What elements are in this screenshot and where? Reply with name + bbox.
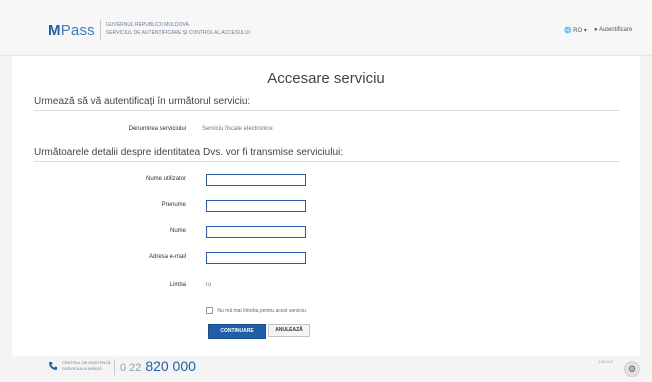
section-divider (34, 161, 620, 162)
remember-consent-row[interactable]: Nu mă mai întreba pentru acest serviciu (206, 307, 306, 314)
remember-consent-checkbox[interactable] (206, 307, 213, 314)
page-title: Accesare serviciu (267, 70, 385, 87)
footer: Centrul de asistență Serviciului MPASS 0… (0, 355, 652, 382)
field-label-email: Adresa e-mail (148, 254, 186, 260)
language-code: RO (573, 28, 583, 34)
header-subtitle: Guvernul Republicii Moldova Serviciul de… (106, 21, 250, 37)
continue-button[interactable]: CONTINUARE (208, 324, 266, 339)
field-label-username: Nume utilizator (145, 176, 186, 182)
language-value: ro (206, 282, 212, 288)
login-link[interactable]: ● Autentificare (594, 27, 632, 33)
globe-icon: 🌐 (564, 28, 572, 34)
field-label-lastname: Nume (169, 228, 186, 234)
section-service-heading: Urmează să vă autentificați în următorul… (34, 96, 251, 107)
section-divider (34, 110, 620, 111)
header-sub-line1: Guvernul Republicii Moldova (106, 22, 189, 28)
cancel-button[interactable]: ANULEAZĂ (268, 324, 310, 337)
language-selector[interactable]: 🌐 RO ▾ (564, 27, 587, 34)
phone-prefix: 0 22 (120, 362, 142, 374)
email-field[interactable] (206, 252, 306, 264)
lastname-field[interactable] (206, 226, 306, 238)
logo-rest: Pass (60, 22, 95, 39)
section-identity-heading: Următoarele detalii despre identitatea D… (34, 147, 344, 158)
header-sub-line2: Serviciul de autentificare și control al… (106, 30, 250, 36)
mpass-logo[interactable]: MPass (48, 22, 95, 39)
chevron-down-icon: ▾ (583, 28, 587, 34)
version-text: 1.83.0.0 (598, 359, 613, 364)
field-label-language: Limba (169, 282, 186, 288)
gear-icon[interactable]: ⚙ (624, 361, 640, 377)
service-name-label: Denumirea serviciului (128, 126, 186, 132)
remember-consent-label: Nu mă mai întreba pentru acest serviciu (217, 307, 306, 314)
footer-divider (114, 359, 115, 375)
support-line2: Serviciului MPASS (62, 366, 102, 371)
login-label: Autentificare (598, 27, 633, 33)
phone-number: 820 000 (145, 358, 196, 374)
service-name-value: Serviciu fiscale electronice (202, 126, 273, 132)
firstname-field[interactable] (206, 200, 306, 212)
support-phone[interactable]: 0 22 820 000 (120, 358, 196, 374)
username-field[interactable] (206, 174, 306, 186)
field-label-firstname: Prenume (161, 202, 186, 208)
header: MPass Guvernul Republicii Moldova Servic… (0, 0, 652, 56)
header-divider (100, 20, 101, 40)
support-center-label: Centrul de asistență Serviciului MPASS (62, 360, 111, 372)
main-panel: Accesare serviciu Urmează să vă autentif… (12, 56, 640, 356)
logo-m: M (48, 22, 61, 39)
user-icon: ● (594, 27, 598, 33)
phone-icon (49, 362, 57, 370)
